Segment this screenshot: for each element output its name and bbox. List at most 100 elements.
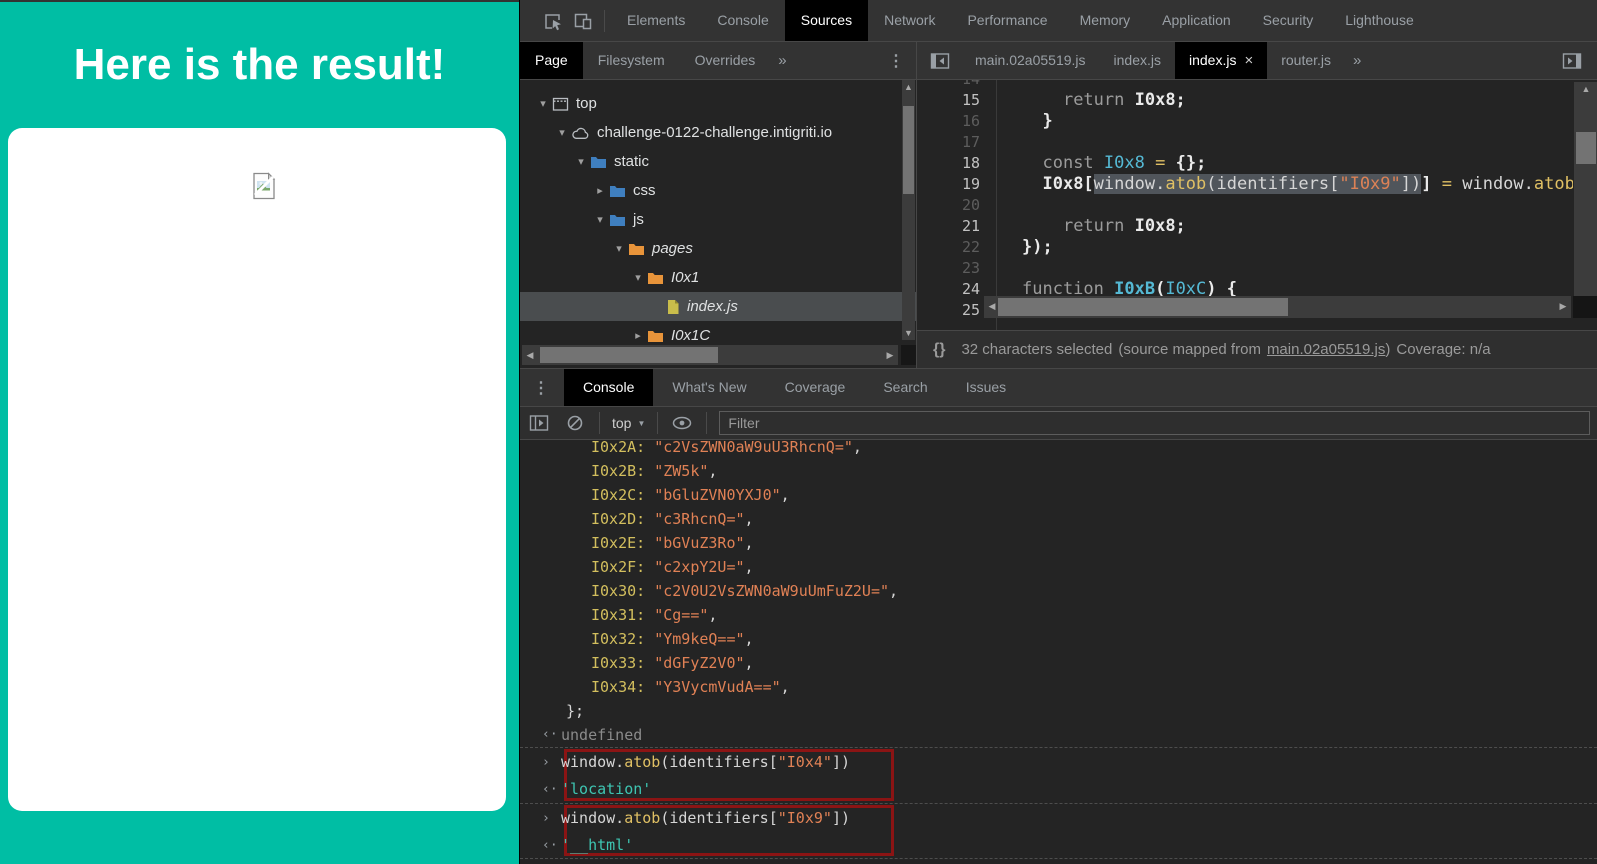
scroll-up-icon[interactable]: ▲	[902, 82, 915, 92]
console-toolbar: top ▼	[520, 407, 1597, 440]
hide-navigator-icon[interactable]	[925, 46, 955, 76]
code-token: return	[1063, 216, 1135, 236]
live-expression-eye-icon[interactable]	[669, 411, 695, 435]
scroll-down-icon[interactable]: ▼	[902, 328, 915, 338]
line-number: 21	[917, 216, 996, 237]
clear-console-icon[interactable]	[562, 411, 588, 435]
line-number: 22	[917, 237, 996, 258]
code-token: =	[1155, 153, 1165, 173]
main-tab-application[interactable]: Application	[1146, 0, 1247, 41]
navigator-tab-page[interactable]: Page	[520, 42, 583, 79]
scroll-up-icon[interactable]: ▲	[1574, 84, 1597, 94]
editor-vertical-scrollbar[interactable]: ▲ ▼	[1574, 82, 1597, 318]
navigator-tab-filesystem[interactable]: Filesystem	[583, 42, 680, 79]
console-object-close: };	[520, 699, 1597, 723]
context-label: top	[612, 415, 631, 431]
tree-vscroll-thumb[interactable]	[903, 106, 914, 194]
tree-item-index-js[interactable]: index.js	[520, 292, 916, 321]
pretty-print-icon[interactable]: {}	[933, 341, 945, 359]
tree-hscroll-thumb[interactable]	[540, 347, 718, 363]
tree-item-js[interactable]: ▾js	[520, 205, 916, 234]
scroll-right-icon[interactable]: ▶	[1557, 296, 1569, 318]
main-tab-elements[interactable]: Elements	[611, 0, 701, 41]
tree-item-static[interactable]: ▾ static	[520, 147, 916, 176]
expander-open-icon[interactable]: ▾	[593, 213, 607, 226]
expander-open-icon[interactable]: ▾	[631, 271, 645, 284]
expander-open-icon[interactable]: ▾	[555, 126, 569, 139]
main-tab-memory[interactable]: Memory	[1064, 0, 1147, 41]
tree-item-challenge-0122-challenge-intigriti-io[interactable]: ▾challenge-0122-challenge.intigriti.io	[520, 118, 916, 147]
console-input-token: ])	[832, 809, 850, 827]
drawer-tab-search[interactable]: Search	[864, 369, 946, 406]
editor-tab-index-js[interactable]: index.js×	[1175, 42, 1267, 79]
line-number: 14	[917, 80, 996, 90]
main-tab-console[interactable]: Console	[701, 0, 784, 41]
tree-item-top[interactable]: ▾ top	[520, 89, 916, 118]
return-arrow-icon: ‹·	[542, 832, 558, 859]
frame-icon	[552, 96, 569, 112]
code-token	[1022, 174, 1042, 194]
inspect-element-icon[interactable]	[538, 6, 568, 36]
property-value: "bGluZVN0YXJ0"	[654, 486, 780, 504]
navigator-menu-dots-icon[interactable]: ⋮	[876, 51, 916, 71]
line-number: 18	[917, 153, 996, 174]
close-tab-icon[interactable]: ×	[1244, 42, 1253, 79]
source-mapped-link[interactable]: main.02a05519.js	[1267, 341, 1385, 358]
tree-item-label: I0x1C	[671, 327, 710, 344]
scroll-left-icon[interactable]: ◀	[524, 345, 536, 365]
console-sidebar-icon[interactable]	[526, 411, 552, 435]
tree-item-i0x1[interactable]: ▾I0x1	[520, 263, 916, 292]
editor-horizontal-scrollbar[interactable]: ◀ ▶	[984, 296, 1571, 318]
navigator-tab-overrides[interactable]: Overrides	[680, 42, 771, 79]
more-tabs-chevron-icon[interactable]: »	[770, 52, 794, 69]
devtools-main-tabbar: ElementsConsoleSourcesNetworkPerformance…	[520, 0, 1597, 42]
code-editor: 141516171819202122232425 return I0x8; } …	[917, 80, 1597, 330]
folder-orange-icon	[647, 329, 664, 343]
editor-vscroll-thumb[interactable]	[1576, 132, 1596, 164]
open-file-panel-icon[interactable]	[1557, 46, 1587, 76]
editor-tab-main-02a05519-js[interactable]: main.02a05519.js	[961, 42, 1100, 79]
sources-navigator-tabbar: PageFilesystemOverrides » ⋮	[520, 42, 917, 80]
console-object-property: I0x2A: "c2VsZWN0aW9uU3RhcnQ=",	[520, 441, 1597, 459]
editor-hscroll-thumb[interactable]	[998, 298, 1288, 316]
tree-item-label: top	[576, 95, 597, 112]
editor-tab-router-js[interactable]: router.js	[1267, 42, 1345, 79]
line-number-gutter: 141516171819202122232425	[917, 80, 997, 330]
drawer-tab-issues[interactable]: Issues	[947, 369, 1025, 406]
coverage-status: Coverage: n/a	[1396, 341, 1490, 358]
expander-closed-icon[interactable]: ▸	[631, 329, 645, 342]
tree-item-pages[interactable]: ▾ pages	[520, 234, 916, 263]
execution-context-selector[interactable]: top ▼	[606, 415, 651, 431]
scroll-left-icon[interactable]: ◀	[986, 296, 998, 318]
editor-more-tabs-chevron-icon[interactable]: »	[1345, 52, 1369, 69]
toolbar-separator	[657, 412, 658, 434]
tree-vertical-scrollbar[interactable]: ▲ ▼	[902, 80, 915, 340]
tree-item-css[interactable]: ▸css	[520, 176, 916, 205]
devtools: ElementsConsoleSourcesNetworkPerformance…	[519, 0, 1597, 864]
main-tab-sources[interactable]: Sources	[785, 0, 868, 41]
console-filter-input[interactable]	[719, 411, 1590, 435]
property-value: "Ym9keQ=="	[654, 630, 744, 648]
expander-closed-icon[interactable]: ▸	[593, 184, 607, 197]
toolbar-separator	[604, 10, 605, 32]
main-tab-network[interactable]: Network	[868, 0, 951, 41]
drawer-tab-what-s-new[interactable]: What's New	[653, 369, 765, 406]
device-toolbar-icon[interactable]	[568, 6, 598, 36]
drawer-tabbar: ⋮ ConsoleWhat's NewCoverageSearchIssues	[520, 369, 1597, 407]
main-tab-lighthouse[interactable]: Lighthouse	[1329, 0, 1430, 41]
drawer-menu-dots-icon[interactable]: ⋮	[520, 378, 564, 398]
main-tab-performance[interactable]: Performance	[951, 0, 1063, 41]
selected-code-text: "I0x9"	[1339, 174, 1400, 194]
expander-open-icon[interactable]: ▾	[612, 242, 626, 255]
tree-item-label: pages	[652, 240, 693, 257]
tree-item-label: static	[614, 153, 649, 170]
editor-tab-index-js[interactable]: index.js	[1100, 42, 1175, 79]
tree-horizontal-scrollbar[interactable]: ◀ ▶	[522, 345, 898, 365]
drawer-tab-coverage[interactable]: Coverage	[766, 369, 865, 406]
scroll-right-icon[interactable]: ▶	[884, 345, 896, 365]
console-output: I0x2A: "c2VsZWN0aW9uU3RhcnQ=",I0x2B: "ZW…	[520, 441, 1597, 864]
drawer-tab-console[interactable]: Console	[564, 369, 653, 406]
expander-open-icon[interactable]: ▾	[536, 97, 550, 110]
main-tab-security[interactable]: Security	[1247, 0, 1330, 41]
expander-open-icon[interactable]: ▾	[574, 155, 588, 168]
